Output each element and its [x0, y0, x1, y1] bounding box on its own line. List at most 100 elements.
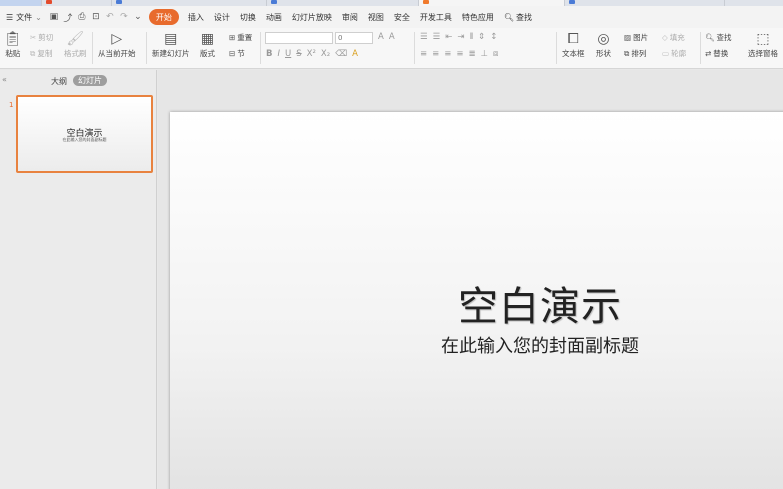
list-controls: ☰ ☰ ⇤ ⇥ ⫴ ⇕ ↕ [420, 32, 497, 42]
reset-button[interactable]: ⊞ 重置 [229, 32, 252, 43]
bullet-list-icon[interactable]: ☰ [420, 32, 428, 42]
undo-icon[interactable]: ↶ [103, 9, 117, 25]
search-label: 查找 [516, 12, 533, 22]
textbox-icon: ⧠ [567, 31, 579, 47]
tab-special-features[interactable]: 特色应用 [457, 9, 499, 25]
increase-font-icon[interactable]: A [378, 32, 384, 42]
thumbnail-subtitle: 在此输入您的封面副标题 [62, 137, 107, 142]
smartart-icon[interactable]: ⧈ [493, 49, 498, 59]
font-color-icon[interactable]: A [352, 49, 358, 59]
new-slide-label: 新建幻灯片 [152, 49, 190, 58]
play-icon: ▷ [111, 31, 123, 47]
redo-icon[interactable]: ↷ [117, 9, 131, 25]
tab-slides[interactable]: 幻灯片 [73, 75, 107, 86]
font-size-controls: A A [378, 32, 395, 42]
align-left-icon[interactable]: ≡ [420, 49, 427, 59]
search-command[interactable]: 🔍︎ 查找 [499, 9, 537, 25]
select-pane-label: 选择窗格 [748, 49, 778, 58]
doc-type-icon [116, 0, 122, 4]
tab-view[interactable]: 视图 [363, 9, 389, 25]
section-icon: ⊟ [229, 49, 236, 58]
underline-icon[interactable]: U [285, 49, 291, 59]
align-center-icon[interactable]: ≡ [432, 49, 439, 59]
text-style-controls: B I U S X² X₂ ⌫ A [266, 49, 358, 59]
align-right-icon[interactable]: ≡ [444, 49, 451, 59]
copy-button[interactable]: ⧉ 复制 [30, 48, 52, 59]
doc-type-icon [271, 0, 277, 4]
layout-button[interactable]: ▦ 版式 [200, 31, 215, 59]
paste-icon: 📋︎ [4, 31, 22, 47]
cut-button[interactable]: ✂ 剪切 [30, 32, 53, 43]
italic-icon[interactable]: I [277, 49, 280, 59]
new-slide-button[interactable]: ▤ 新建幻灯片 [152, 31, 190, 59]
tab-design[interactable]: 设计 [209, 9, 235, 25]
font-size-field[interactable]: 0 [335, 32, 373, 44]
outline-button[interactable]: ▭ 轮廓 [662, 48, 686, 59]
save-icon[interactable]: ▣ [47, 9, 61, 25]
tab-slideshow[interactable]: 幻灯片放映 [287, 9, 337, 25]
slide-title-placeholder[interactable]: 空白演示 [450, 274, 630, 332]
divider [146, 32, 147, 64]
format-painter-button[interactable]: 🖌︎ 格式刷 [64, 31, 87, 59]
shape-button[interactable]: ◎ 形状 [596, 31, 611, 59]
slide[interactable]: 空白演示 在此输入您的封面副标题 [170, 112, 783, 489]
doc-type-icon [569, 0, 575, 4]
arrange-button[interactable]: ⧉ 排列 [624, 48, 646, 59]
bold-icon[interactable]: B [266, 49, 272, 59]
scissors-icon: ✂ [30, 33, 37, 42]
decrease-indent-icon[interactable]: ⇤ [445, 32, 452, 42]
menu-bar: ☰ 文件 ⌄ ▣ ⤴ ⎙ ⊡ ↶ ↷ ⌄ 开始 插入 设计 切换 动画 幻灯片放… [0, 6, 783, 28]
tab-insert[interactable]: 插入 [183, 9, 209, 25]
strikethrough-icon[interactable]: S [296, 49, 301, 59]
tab-review[interactable]: 审阅 [337, 9, 363, 25]
layout-icon: ▦ [200, 31, 215, 47]
play-from-current-button[interactable]: ▷ 从当前开始 [98, 31, 136, 59]
line-spacing-icon[interactable]: ↕ [490, 32, 497, 42]
subscript-icon[interactable]: X₂ [321, 49, 330, 59]
decrease-font-icon[interactable]: A [389, 32, 395, 42]
doc-type-icon [46, 0, 52, 4]
print-icon[interactable]: ⎙ [75, 9, 89, 25]
text-direction-icon[interactable]: ⇕ [478, 32, 485, 42]
distribute-icon[interactable]: ≣ [469, 49, 476, 59]
picture-button[interactable]: ▨ 图片 [624, 32, 648, 43]
print-preview-icon[interactable]: ⊡ [89, 9, 103, 25]
numbered-list-icon[interactable]: ☰ [433, 32, 441, 42]
paste-button[interactable]: 📋︎ 粘贴 [4, 31, 22, 59]
increase-indent-icon[interactable]: ⇥ [457, 32, 464, 42]
find-icon: 🔍︎ [705, 33, 715, 42]
tab-animations[interactable]: 动画 [261, 9, 287, 25]
justify-icon[interactable]: ≡ [456, 49, 463, 59]
find-button[interactable]: 🔍︎ 查找 [705, 32, 732, 43]
replace-button[interactable]: ⇄ 替换 [705, 48, 728, 59]
export-pdf-icon[interactable]: ⤴ [61, 9, 75, 25]
paintbrush-icon: 🖌︎ [66, 31, 85, 47]
tab-home[interactable]: 开始 [148, 9, 179, 25]
collapse-panel-icon[interactable]: « [2, 75, 7, 84]
fill-label: 填充 [669, 33, 685, 42]
file-menu[interactable]: ☰ 文件 ⌄ [0, 9, 47, 25]
superscript-icon[interactable]: X² [307, 49, 316, 59]
tab-transitions[interactable]: 切换 [235, 9, 261, 25]
hamburger-icon: ☰ [6, 12, 14, 22]
select-pane-button[interactable]: ⬚ 选择窗格 [748, 31, 778, 59]
tab-outline[interactable]: 大纲 [51, 76, 67, 87]
slide-subtitle-placeholder[interactable]: 在此输入您的封面副标题 [420, 332, 660, 358]
section-button[interactable]: ⊟ 节 [229, 48, 245, 59]
arrange-icon: ⧉ [624, 48, 630, 58]
customize-quick-access-icon[interactable]: ⌄ [131, 9, 145, 25]
picture-icon: ▨ [624, 33, 632, 42]
section-label: 节 [237, 49, 245, 58]
font-name-dropdown[interactable] [265, 32, 333, 44]
shape-label: 形状 [596, 49, 611, 58]
reset-icon: ⊞ [229, 33, 236, 42]
textbox-button[interactable]: ⧠ 文本框 [562, 31, 585, 59]
tab-developer[interactable]: 开发工具 [415, 9, 457, 25]
fill-button[interactable]: ◇ 填充 [662, 32, 685, 43]
divider [414, 32, 415, 64]
columns-icon[interactable]: ⫴ [470, 32, 474, 42]
vertical-align-icon[interactable]: ⊥ [481, 49, 488, 59]
clear-format-icon[interactable]: ⌫ [335, 49, 347, 59]
tab-security[interactable]: 安全 [389, 9, 415, 25]
slide-thumbnail[interactable]: 空白演示 在此输入您的封面副标题 [16, 95, 153, 173]
